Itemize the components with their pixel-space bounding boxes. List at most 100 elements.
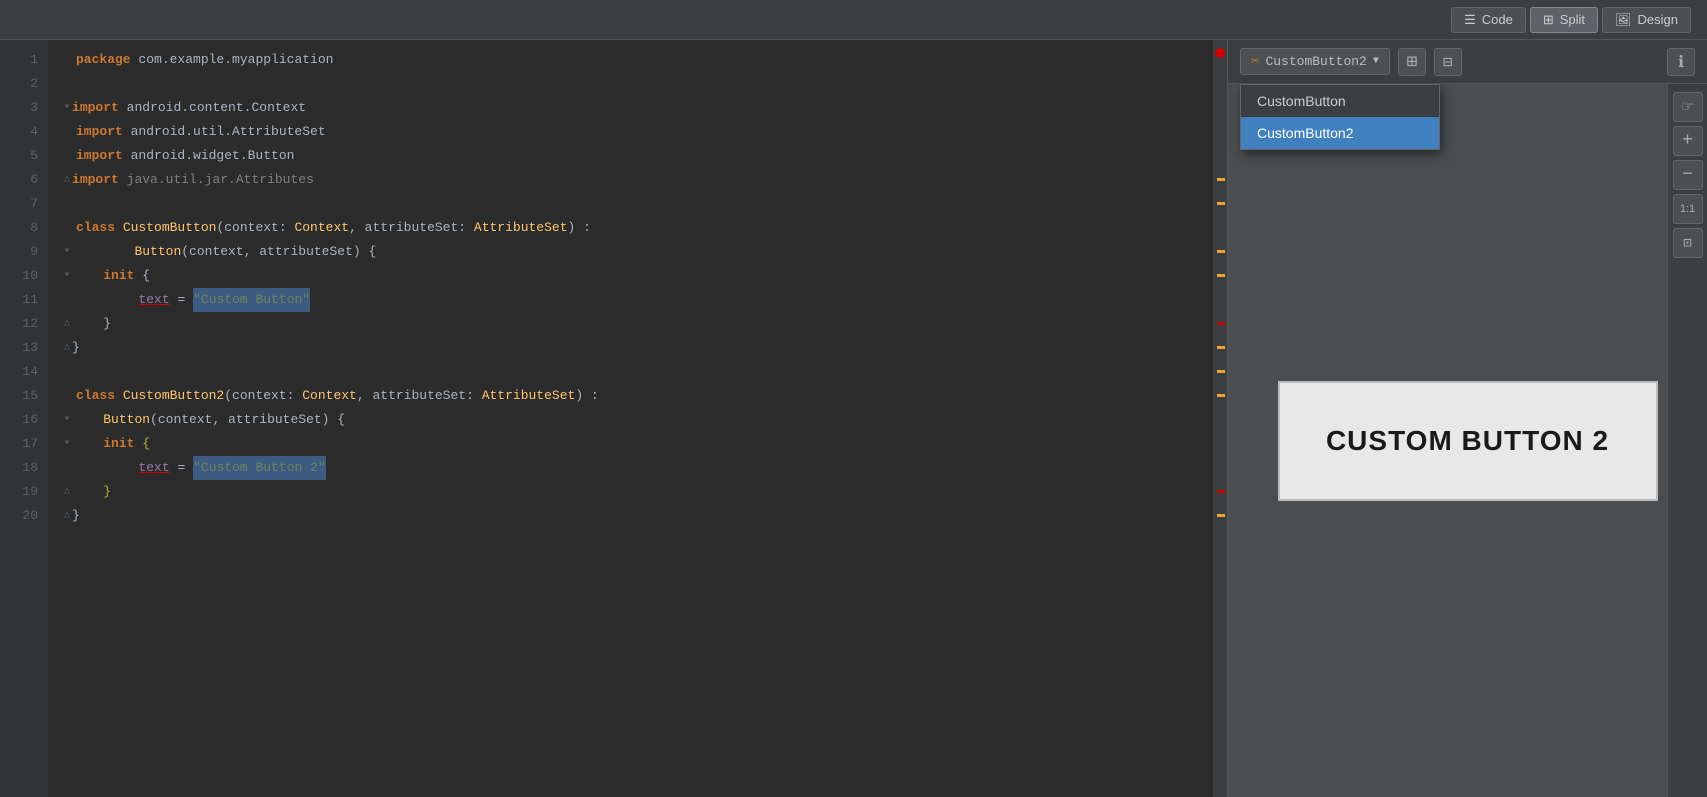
- code-token: Button: [72, 408, 150, 432]
- code-token: {: [142, 432, 150, 456]
- code-editor[interactable]: package com.example.myapplication ▾impor…: [48, 40, 1213, 797]
- line-number: 11: [0, 288, 38, 312]
- dropdown-item-custombtn2[interactable]: CustomButton2: [1241, 117, 1439, 149]
- component-name: CustomButton2: [1265, 54, 1366, 69]
- gutter-mark: [1217, 178, 1225, 181]
- code-token: class: [76, 216, 123, 240]
- code-line: △import java.util.jar.Attributes: [64, 168, 1197, 192]
- code-token: ) :: [575, 384, 598, 408]
- code-line: import android.util.AttributeSet: [64, 120, 1197, 144]
- code-view-button[interactable]: ☰ Code: [1451, 7, 1526, 33]
- gutter-mark: [1217, 250, 1225, 253]
- code-token: package: [76, 48, 138, 72]
- code-token: [76, 456, 138, 480]
- line-number: 17: [0, 432, 38, 456]
- fold-icon: △: [64, 312, 70, 336]
- side-tools: ☞ + − 1:1 ⊡: [1667, 84, 1707, 797]
- design-topbar: ✂ CustomButton2 ▼ ⊞ ⊟ ℹ CustomButton Cus…: [1228, 40, 1707, 84]
- fold-icon: △: [64, 480, 70, 504]
- zoom-in-button[interactable]: +: [1673, 126, 1703, 156]
- code-token: com.example.myapplication: [138, 48, 333, 72]
- line-number: 7: [0, 192, 38, 216]
- line-number: 13: [0, 336, 38, 360]
- line-number: 19: [0, 480, 38, 504]
- code-line: ▾ init {: [64, 432, 1197, 456]
- dropdown-item-custombtn[interactable]: CustomButton: [1241, 85, 1439, 117]
- code-token: (context:: [216, 216, 294, 240]
- code-token: CustomButton: [123, 216, 217, 240]
- fold-icon: ▾: [64, 264, 70, 288]
- zoom-out-button[interactable]: −: [1673, 160, 1703, 190]
- code-line: [64, 192, 1197, 216]
- code-token: "Custom Button": [193, 288, 310, 312]
- code-token: [76, 288, 138, 312]
- code-token: import: [76, 144, 131, 168]
- design-canvas: CUSTOM BUTTON 2 ☞ + − 1:1 ⊡: [1228, 84, 1707, 797]
- code-token: Button: [72, 240, 181, 264]
- code-line: ▾ init {: [64, 264, 1197, 288]
- line-numbers: 1234567891011121314151617181920: [0, 40, 48, 797]
- code-line: [64, 360, 1197, 384]
- code-token: }: [72, 504, 80, 528]
- error-indicator: [1215, 48, 1225, 58]
- code-label: Code: [1482, 12, 1513, 27]
- add-component-button[interactable]: ⊞: [1398, 48, 1426, 76]
- ratio-button[interactable]: 1:1: [1673, 194, 1703, 224]
- design-view-button[interactable]: 🖼 Design: [1602, 7, 1691, 33]
- code-line: [64, 72, 1197, 96]
- code-token: text: [138, 456, 169, 480]
- code-token: ) :: [568, 216, 591, 240]
- code-token: {: [142, 264, 150, 288]
- code-line: import android.widget.Button: [64, 144, 1197, 168]
- line-number: 4: [0, 120, 38, 144]
- code-token: AttributeSet: [474, 216, 568, 240]
- info-button[interactable]: ℹ: [1667, 48, 1695, 76]
- grid-button[interactable]: ⊟: [1434, 48, 1462, 76]
- line-number: 8: [0, 216, 38, 240]
- code-token: }: [72, 312, 111, 336]
- fit-button[interactable]: ⊡: [1673, 228, 1703, 258]
- code-token: }: [72, 336, 80, 360]
- code-line: ▾ Button(context, attributeSet) {: [64, 408, 1197, 432]
- code-token: , attributeSet:: [349, 216, 474, 240]
- code-line: △}: [64, 504, 1197, 528]
- split-icon: ⊞: [1543, 12, 1554, 28]
- code-line: ▾import android.content.Context: [64, 96, 1197, 120]
- line-number: 9: [0, 240, 38, 264]
- gutter-mark: [1217, 322, 1225, 325]
- code-token: , attributeSet:: [357, 384, 482, 408]
- code-line: class CustomButton(context: Context, att…: [64, 216, 1197, 240]
- line-number: 14: [0, 360, 38, 384]
- code-panel: 1234567891011121314151617181920 package …: [0, 40, 1227, 797]
- code-lines-icon: ☰: [1464, 12, 1476, 28]
- line-number: 6: [0, 168, 38, 192]
- line-number: 15: [0, 384, 38, 408]
- code-token: android.content.Context: [127, 96, 306, 120]
- code-token: "Custom Button 2": [193, 456, 326, 480]
- fold-icon: ▾: [64, 408, 70, 432]
- line-number: 1: [0, 48, 38, 72]
- code-line: text = "Custom Button": [64, 288, 1197, 312]
- line-number: 18: [0, 456, 38, 480]
- preview-button[interactable]: CUSTOM BUTTON 2: [1278, 381, 1658, 501]
- line-number: 3: [0, 96, 38, 120]
- code-line: ▾ Button(context, attributeSet) {: [64, 240, 1197, 264]
- line-number: 12: [0, 312, 38, 336]
- component-dropdown: CustomButton CustomButton2: [1240, 84, 1440, 150]
- line-number: 20: [0, 504, 38, 528]
- fold-icon: △: [64, 504, 70, 528]
- gutter-mark: [1217, 514, 1225, 517]
- code-line: text = "Custom Button 2": [64, 456, 1197, 480]
- code-token: init: [72, 264, 142, 288]
- fold-icon: △: [64, 168, 70, 192]
- component-selector[interactable]: ✂ CustomButton2 ▼: [1240, 48, 1390, 75]
- code-token: (context, attributeSet) {: [181, 240, 376, 264]
- chevron-down-icon: ▼: [1373, 56, 1379, 67]
- code-token: import: [76, 120, 131, 144]
- cursor-tool-button[interactable]: ☞: [1673, 92, 1703, 122]
- split-view-button[interactable]: ⊞ Split: [1530, 7, 1598, 33]
- code-token: AttributeSet: [482, 384, 576, 408]
- gutter-mark: [1217, 370, 1225, 373]
- design-icon: 🖼: [1615, 12, 1632, 28]
- code-token: import: [72, 96, 127, 120]
